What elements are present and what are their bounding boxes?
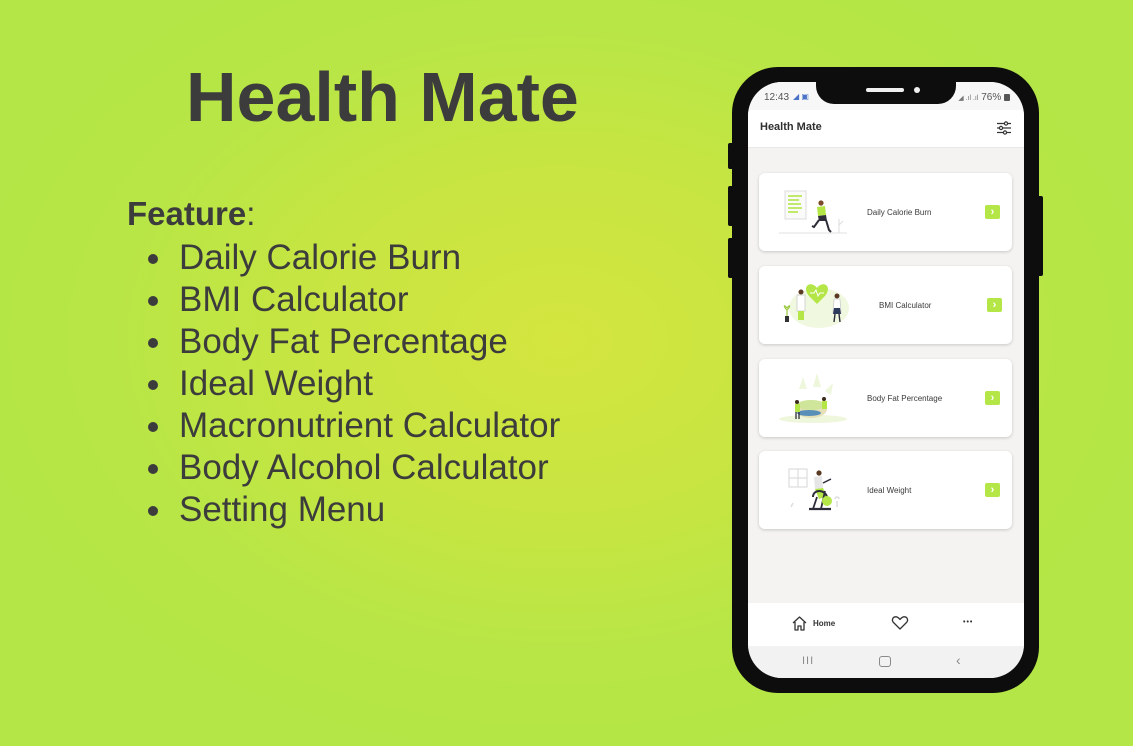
phone-screen: 12:43 ◢ ▣ ◢ .ıl .ıl 76% Health Mate Dail… xyxy=(748,82,1024,678)
status-bar: 12:43 ◢ ▣ ◢ .ıl .ıl 76% xyxy=(748,82,1024,110)
feature-heading-colon: : xyxy=(246,195,256,232)
card-label: Daily Calorie Burn xyxy=(867,207,932,217)
app-bar: Health Mate xyxy=(748,110,1024,148)
card-label: BMI Calculator xyxy=(879,300,932,310)
card-body-fat-percentage[interactable]: Body Fat Percentage › xyxy=(759,359,1012,437)
battery-level: 76% xyxy=(981,92,1002,103)
feature-item-label: Ideal Weight xyxy=(179,364,373,403)
feature-heading-label: Feature xyxy=(127,195,247,232)
card-bmi-calculator[interactable]: BMI Calculator › xyxy=(759,266,1012,344)
heart-icon xyxy=(891,616,909,630)
front-camera xyxy=(914,87,920,93)
feature-item: Daily Calorie Burn xyxy=(146,237,560,279)
bullet-icon xyxy=(148,296,158,306)
card-label: Ideal Weight xyxy=(867,485,912,495)
bullet-icon xyxy=(148,254,158,264)
chevron-right-icon[interactable]: › xyxy=(985,483,1000,497)
battery-icon xyxy=(1004,94,1010,101)
chevron-right-icon[interactable]: › xyxy=(985,391,1000,405)
runner-illustration xyxy=(777,183,849,241)
feature-item-label: Body Alcohol Calculator xyxy=(179,448,549,487)
more-icon[interactable]: ••• xyxy=(963,619,973,626)
app-title: Health Mate xyxy=(760,121,822,133)
settings-sliders-icon[interactable] xyxy=(996,120,1012,136)
card-daily-calorie-burn[interactable]: Daily Calorie Burn › xyxy=(759,173,1012,251)
card-label: Body Fat Percentage xyxy=(867,393,943,403)
notification-icons: ◢ ▣ xyxy=(793,92,809,101)
feature-item-label: BMI Calculator xyxy=(179,280,409,319)
nav-favorites[interactable] xyxy=(891,615,909,631)
feature-item: Macronutrient Calculator xyxy=(146,405,560,447)
feature-item-label: Daily Calorie Burn xyxy=(179,238,462,277)
chevron-right-icon[interactable]: › xyxy=(987,298,1002,312)
salad-bowl-illustration xyxy=(777,369,849,427)
chevron-right-icon[interactable]: › xyxy=(985,205,1000,219)
bullet-icon xyxy=(148,380,158,390)
signal-icon: ◢ .ıl .ıl xyxy=(958,95,979,102)
feature-item: Ideal Weight xyxy=(146,363,560,405)
feature-item: Setting Menu xyxy=(146,489,560,531)
feature-list: Daily Calorie Burn BMI Calculator Body F… xyxy=(146,237,560,531)
bullet-icon xyxy=(148,338,158,348)
bullet-icon xyxy=(148,506,158,516)
feature-item: Body Alcohol Calculator xyxy=(146,447,560,489)
feature-item: BMI Calculator xyxy=(146,279,560,321)
card-ideal-weight[interactable]: Ideal Weight › xyxy=(759,451,1012,529)
exercise-bike-illustration xyxy=(777,461,849,519)
recent-apps-button[interactable]: III xyxy=(802,655,814,667)
doctors-heart-illustration xyxy=(781,276,853,334)
nav-home[interactable]: Home xyxy=(791,615,835,632)
feature-heading: Feature: xyxy=(127,197,255,230)
bullet-icon xyxy=(148,464,158,474)
feature-item: Body Fat Percentage xyxy=(146,321,560,363)
speaker-grille xyxy=(866,88,904,92)
bottom-navigation: Home ••• xyxy=(748,603,1024,646)
nav-home-label: Home xyxy=(813,619,836,628)
system-home-button[interactable] xyxy=(879,656,891,667)
camera-notch xyxy=(816,82,956,104)
feature-item-label: Setting Menu xyxy=(179,490,386,529)
bullet-icon xyxy=(148,422,158,432)
system-back-button[interactable]: ‹ xyxy=(956,652,961,668)
home-icon xyxy=(792,616,807,631)
feature-item-label: Body Fat Percentage xyxy=(179,322,508,361)
status-time: 12:43 xyxy=(764,92,790,103)
promo-title: Health Mate xyxy=(186,58,579,136)
status-right: ◢ .ıl .ıl 76% xyxy=(958,92,1010,103)
feature-item-label: Macronutrient Calculator xyxy=(179,406,561,445)
system-navigation-bar: III ‹ xyxy=(748,646,1024,678)
